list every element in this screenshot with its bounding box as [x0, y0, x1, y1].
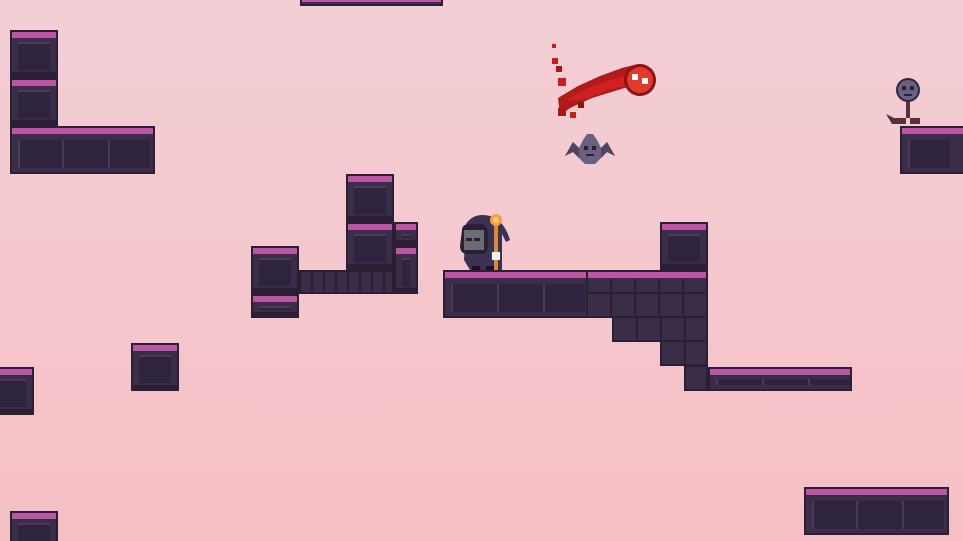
stone-block	[0, 367, 34, 415]
stone-ledge	[10, 126, 155, 174]
hooded-mage-with-staff-icon	[460, 214, 510, 270]
stone-bridge	[299, 270, 394, 294]
stone-block	[10, 78, 58, 126]
brick-staircase	[660, 340, 708, 366]
brick-staircase	[612, 316, 708, 342]
stone-block	[251, 294, 299, 318]
stone-block	[10, 511, 58, 541]
stone-block	[660, 222, 708, 270]
stone-ledge	[804, 487, 949, 535]
game-scene[interactable]	[0, 0, 963, 541]
main-platform	[443, 270, 588, 318]
stone-block	[251, 246, 299, 294]
stone-ledge	[708, 367, 852, 391]
brick-staircase	[586, 270, 708, 318]
red-fireball-icon	[552, 44, 656, 118]
stone-ledge	[900, 126, 963, 174]
skull-checkpoint-icon	[886, 78, 920, 124]
stone-block	[346, 174, 394, 222]
stone-block	[131, 343, 179, 391]
stone-block	[394, 222, 418, 246]
brick-staircase	[684, 364, 708, 391]
stone-block	[394, 246, 418, 294]
ceiling-platform	[300, 0, 443, 6]
stone-block	[346, 222, 394, 270]
bat-enemy-icon	[565, 134, 615, 164]
stone-block	[10, 30, 58, 78]
